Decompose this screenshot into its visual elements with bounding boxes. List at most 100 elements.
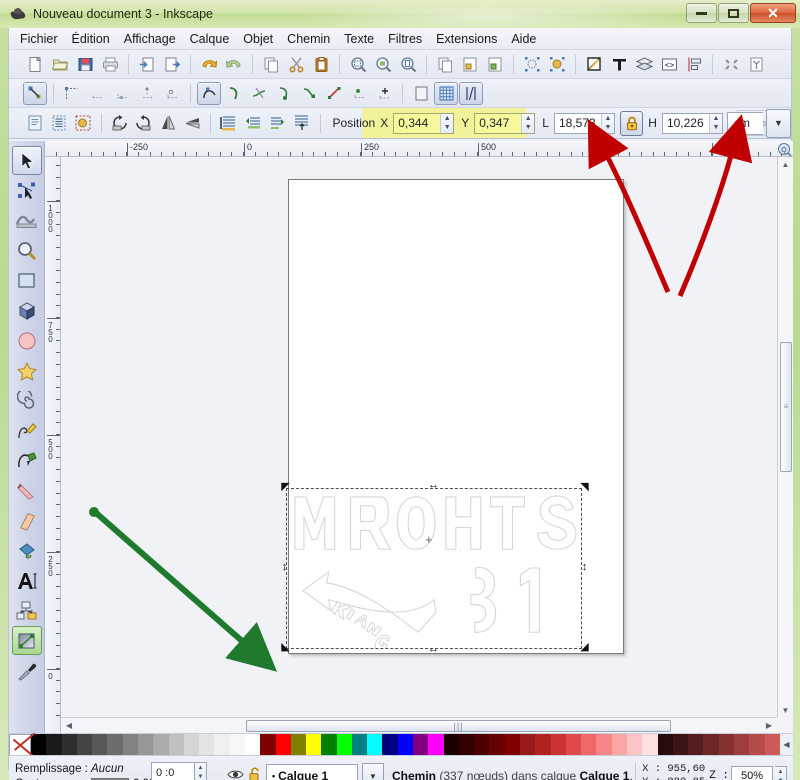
import-icon[interactable] <box>135 53 159 76</box>
vertical-scrollbar[interactable]: ▲ ≡ ▼ <box>777 157 793 717</box>
eraser-tool[interactable] <box>12 506 42 535</box>
palette-swatch[interactable] <box>199 734 215 756</box>
node-tool[interactable] <box>12 176 42 205</box>
vertical-ruler[interactable]: 1000 750 500 250 0 <box>45 157 61 733</box>
group-icon[interactable] <box>458 53 482 76</box>
pencil-tool[interactable] <box>12 416 42 445</box>
preferences-icon[interactable] <box>719 53 743 76</box>
new-document-icon[interactable] <box>23 53 47 76</box>
snap-bbox-center-icon[interactable] <box>160 82 184 105</box>
palette-swatch[interactable] <box>153 734 169 756</box>
palette-swatch[interactable] <box>443 734 459 756</box>
y-spinbox[interactable]: ▲▼ <box>474 112 536 134</box>
dropper-tool[interactable] <box>12 656 42 685</box>
snap-path-intersection-icon[interactable] <box>247 82 271 105</box>
selection-handle-sw[interactable]: ◣ <box>280 642 291 653</box>
menu-chemin[interactable]: Chemin <box>280 30 337 48</box>
height-stepper[interactable]: ▲ ▼ <box>708 113 722 133</box>
save-document-icon[interactable] <box>73 53 97 76</box>
snap-object-center-icon[interactable] <box>347 82 371 105</box>
palette-swatch[interactable] <box>718 734 734 756</box>
duplicate-icon[interactable] <box>433 53 457 76</box>
palette-swatch[interactable] <box>458 734 475 756</box>
palette-swatch[interactable] <box>596 734 612 756</box>
unit-selector[interactable]: cm ▼ <box>726 108 791 138</box>
color-palette[interactable]: ◀ <box>9 733 793 756</box>
xml-editor-icon[interactable]: <> <box>657 53 681 76</box>
text-tool-icon[interactable] <box>607 53 631 76</box>
fill-stroke-indicator[interactable]: Remplissage : Aucun Contour : 0,992 <box>9 761 169 780</box>
minimize-button[interactable] <box>686 3 717 23</box>
palette-swatch[interactable] <box>489 734 505 756</box>
snap-guide-icon[interactable] <box>459 81 483 105</box>
y-stepper[interactable]: ▲ ▼ <box>521 113 535 133</box>
selector-tool[interactable] <box>11 146 42 175</box>
lower-to-bottom-icon[interactable] <box>290 112 313 135</box>
gradient-tool[interactable] <box>11 626 42 655</box>
palette-swatch[interactable] <box>107 734 123 756</box>
open-document-icon[interactable] <box>48 53 72 76</box>
paint-bucket-tool[interactable] <box>12 536 42 565</box>
palette-swatch[interactable] <box>214 734 230 756</box>
palette-swatch[interactable] <box>275 734 291 756</box>
palette-swatch[interactable] <box>611 734 627 756</box>
horizontal-scroll-thumb[interactable]: ||| <box>246 720 671 732</box>
lower-icon[interactable] <box>266 112 289 135</box>
palette-swatch[interactable] <box>642 734 658 756</box>
raise-icon[interactable] <box>242 112 265 135</box>
scroll-down-arrow[interactable]: ▼ <box>778 703 794 717</box>
snap-grid-icon[interactable] <box>434 81 458 105</box>
selection-handle-nw[interactable]: ◤ <box>280 482 291 493</box>
palette-swatch[interactable] <box>122 734 138 756</box>
snap-bbox-edge-midpoint-icon[interactable] <box>135 82 159 105</box>
spiral-tool[interactable] <box>12 386 42 415</box>
bezier-tool[interactable] <box>12 446 42 475</box>
palette-swatch[interactable] <box>76 734 93 756</box>
menu-edition[interactable]: Édition <box>65 30 117 48</box>
close-button[interactable]: ✕ <box>750 3 796 23</box>
copy-icon[interactable] <box>259 53 283 76</box>
ungroup-icon[interactable] <box>483 53 507 76</box>
star-tool[interactable] <box>12 356 42 385</box>
selection-handle-w[interactable]: ↕ <box>279 562 290 573</box>
deselect-icon[interactable] <box>72 112 95 135</box>
rectangle-tool[interactable] <box>12 266 42 295</box>
rotate-90-cw-icon[interactable] <box>132 112 155 135</box>
palette-swatch[interactable] <box>290 734 307 756</box>
maximize-button[interactable] <box>718 3 749 23</box>
palette-swatch[interactable] <box>306 734 322 756</box>
text-tool[interactable] <box>12 566 42 595</box>
zoom-selection-icon[interactable] <box>346 53 370 76</box>
selection-bounding-box[interactable]: + <box>286 488 582 649</box>
selection-handle-s[interactable]: ↔ <box>428 644 439 655</box>
palette-swatch[interactable] <box>474 734 490 756</box>
palette-swatch[interactable] <box>92 734 108 756</box>
palette-swatch[interactable] <box>428 734 444 756</box>
paste-icon[interactable] <box>309 53 333 76</box>
selection-handle-ne[interactable]: ◥ <box>579 482 590 493</box>
snap-bbox-edge-icon[interactable] <box>85 82 109 105</box>
menu-objet[interactable]: Objet <box>236 30 280 48</box>
palette-swatch[interactable] <box>626 734 643 756</box>
palette-swatch[interactable] <box>229 734 245 756</box>
palette-swatch[interactable] <box>351 734 368 756</box>
palette-swatch[interactable] <box>367 734 383 756</box>
zoom-drawing-icon[interactable] <box>371 53 395 76</box>
palette-swatch[interactable] <box>168 734 184 756</box>
palette-swatch[interactable] <box>413 734 429 756</box>
editor-icon[interactable] <box>582 53 606 76</box>
menu-calque[interactable]: Calque <box>183 30 237 48</box>
scroll-left-arrow[interactable]: ◀ <box>61 719 77 733</box>
flip-horizontal-icon[interactable] <box>157 112 180 135</box>
height-spinbox[interactable]: ▲▼ <box>661 112 723 134</box>
palette-swatch[interactable] <box>703 734 719 756</box>
fill-stroke-dialog-icon[interactable] <box>520 53 544 76</box>
palette-swatch[interactable] <box>46 734 62 756</box>
width-stepper[interactable]: ▲ ▼ <box>600 113 614 133</box>
flip-vertical-icon[interactable] <box>181 112 204 135</box>
zoom-fit-icon[interactable]: Q <box>776 141 793 158</box>
zoom-input[interactable]: 50% <box>731 766 773 780</box>
palette-swatch[interactable] <box>31 734 47 756</box>
snap-rotation-center-icon[interactable] <box>372 82 396 105</box>
horizontal-scrollbar[interactable]: ◀ ||| ▶ <box>61 717 777 733</box>
